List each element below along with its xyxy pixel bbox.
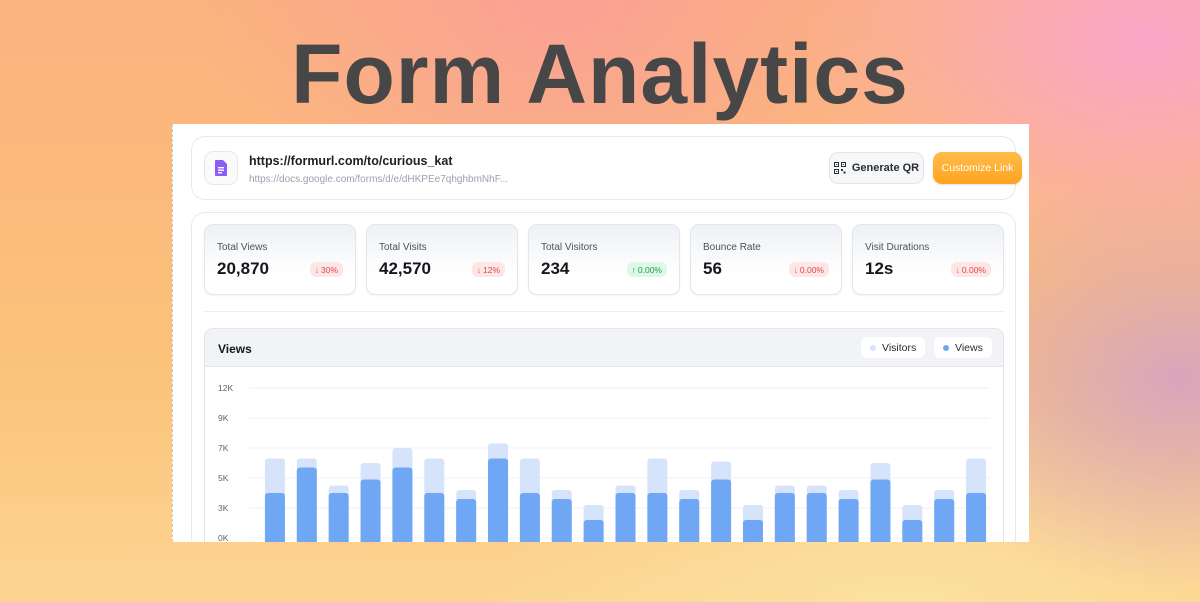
views-bar[interactable]	[264, 493, 285, 542]
hero-title: Form Analytics	[291, 27, 909, 121]
legend-visitors[interactable]: Visitors	[861, 337, 926, 358]
divider	[204, 311, 1004, 312]
views-bar[interactable]	[488, 458, 509, 543]
arrow-down-icon: ↓	[314, 264, 319, 275]
short-url[interactable]: https://formurl.com/to/curious_kat	[249, 154, 453, 168]
stat-card: Total Views 20,870 ↓ 30%	[204, 224, 356, 295]
change-badge: ↓ 30%	[309, 262, 343, 277]
y-tick-label: 3K	[218, 503, 229, 513]
views-bar[interactable]	[774, 493, 795, 542]
change-badge: ↓ 12%	[471, 262, 505, 277]
views-bar[interactable]	[392, 467, 413, 543]
stat-card: Bounce Rate 56 ↓ 0.00%	[690, 224, 842, 295]
y-tick-label: 12K	[218, 383, 233, 393]
views-bar[interactable]	[328, 493, 349, 542]
link-card: https://formurl.com/to/curious_kat https…	[191, 136, 1022, 200]
views-chart-card: Views Visitors Views 12K 9K 7K 5K 3K 0K	[204, 328, 1004, 542]
y-tick-label: 5K	[218, 473, 229, 483]
change-badge: ↓ 0.00%	[950, 262, 991, 277]
stat-card: Visit Durations 12s ↓ 0.00%	[852, 224, 1004, 295]
views-bar[interactable]	[838, 499, 859, 542]
views-bar[interactable]	[615, 493, 636, 542]
stat-label: Visit Durations	[865, 242, 930, 253]
stat-label: Total Views	[217, 242, 268, 253]
legend-views-label: Views	[955, 341, 983, 354]
legend-views-dot	[943, 344, 949, 351]
views-bar[interactable]	[870, 479, 891, 543]
stat-label: Total Visitors	[541, 242, 598, 253]
app-window: https://formurl.com/to/curious_kat https…	[172, 124, 1029, 542]
views-bar[interactable]	[742, 520, 763, 542]
stat-card: Total Visits 42,570 ↓ 12%	[366, 224, 518, 295]
views-bar[interactable]	[966, 493, 987, 542]
views-bar[interactable]	[456, 499, 477, 542]
stat-card: Total Visitors 234 ↑ 0.00%	[528, 224, 680, 295]
arrow-up-icon: ↑	[631, 264, 636, 275]
change-badge: ↓ 0.00%	[788, 262, 829, 277]
chart-header: Views Visitors Views	[205, 329, 1003, 367]
document-icon	[204, 151, 238, 185]
views-bar[interactable]	[424, 493, 445, 542]
stat-label: Bounce Rate	[703, 242, 761, 253]
views-bar[interactable]	[551, 499, 572, 542]
stat-value: 42,570	[379, 259, 431, 278]
generate-qr-label: Generate QR	[851, 162, 920, 174]
generate-qr-button[interactable]: Generate QR	[829, 152, 924, 184]
views-bar[interactable]	[360, 479, 381, 543]
stat-value: 12s	[865, 259, 894, 278]
change-value: 30%	[320, 264, 338, 275]
views-bar[interactable]	[583, 520, 604, 542]
arrow-down-icon: ↓	[476, 264, 481, 275]
legend-visitors-dot	[870, 344, 876, 351]
stat-value: 234	[541, 259, 570, 278]
legend-views[interactable]: Views	[934, 337, 992, 358]
chart-title: Views	[218, 342, 252, 356]
arrow-down-icon: ↓	[955, 264, 960, 275]
change-value: 0.00%	[961, 264, 986, 275]
stat-value: 20,870	[217, 259, 269, 278]
stat-label: Total Visits	[379, 242, 427, 253]
stats-panel: Total Views 20,870 ↓ 30% Total Visits 42,570 ↓…	[191, 212, 1016, 542]
change-value: 0.00%	[799, 264, 824, 275]
y-tick-label: 7K	[218, 443, 229, 453]
change-badge: ↑ 0.00%	[626, 262, 667, 277]
arrow-down-icon: ↓	[793, 264, 798, 275]
views-bar[interactable]	[934, 499, 955, 542]
views-bar[interactable]	[902, 520, 923, 542]
page-background: Form Analytics https://formurl.com/to/cu…	[0, 0, 1200, 602]
views-bar[interactable]	[647, 493, 668, 542]
source-url: https://docs.google.com/forms/d/e/dHKPEe…	[249, 174, 509, 185]
change-value: 0.00%	[637, 264, 662, 275]
stat-value: 56	[703, 259, 722, 278]
views-bar[interactable]	[679, 499, 700, 542]
qr-code-icon	[833, 162, 846, 174]
views-bar-chart: 12K 9K 7K 5K 3K 0K	[218, 383, 990, 543]
customize-link-button[interactable]: Customize Link	[933, 152, 1022, 184]
y-tick-label: 0K	[218, 533, 229, 542]
views-bar[interactable]	[806, 493, 827, 542]
legend-visitors-label: Visitors	[882, 341, 917, 354]
views-bar[interactable]	[519, 493, 540, 542]
y-tick-label: 9K	[218, 413, 229, 423]
views-bar[interactable]	[711, 479, 732, 543]
views-bar[interactable]	[296, 467, 317, 543]
change-value: 12%	[482, 264, 500, 275]
